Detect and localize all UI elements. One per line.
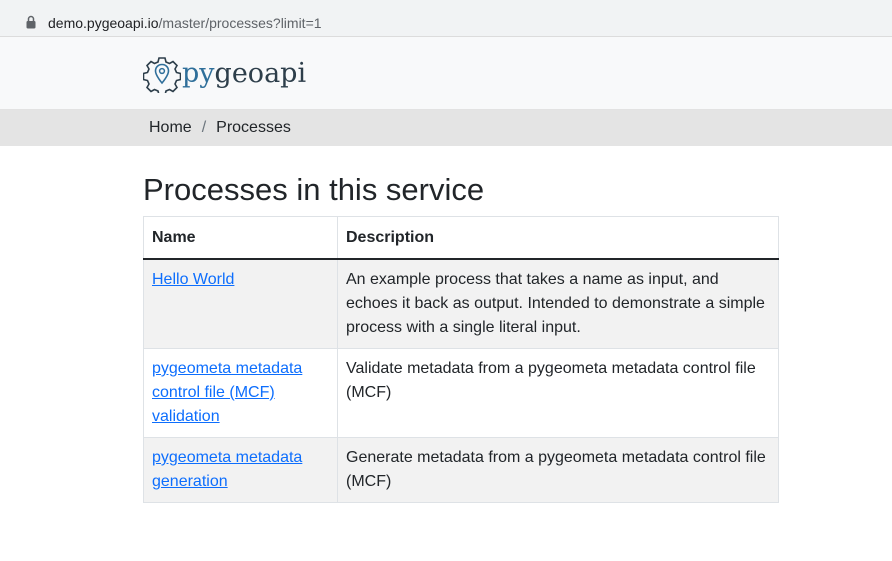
site-header: pygeoapi [0,37,892,110]
pygeoapi-logo[interactable]: pygeoapi [143,54,306,94]
logo-prefix: py [182,58,215,89]
process-name-cell: Hello World [143,258,338,349]
url-path: /master/processes?limit=1 [158,15,322,31]
table-row: Hello World An example process that take… [143,258,779,349]
process-description-cell: An example process that takes a name as … [337,258,779,349]
process-name-cell: pygeometa metadata control file (MCF) va… [143,348,338,438]
address-bar[interactable]: demo.pygeoapi.io/master/processes?limit=… [0,0,892,37]
url-host: demo.pygeoapi.io [48,15,159,31]
process-link-mcf-validation[interactable]: pygeometa metadata control file (MCF) va… [152,360,302,425]
table-header-row: Name Description [143,216,779,260]
url-text: demo.pygeoapi.io/master/processes?limit=… [48,15,322,31]
column-header-description: Description [337,216,779,260]
url-field[interactable]: demo.pygeoapi.io/master/processes?limit=… [6,5,886,31]
breadcrumb-current[interactable]: Processes [216,119,291,136]
table-row: pygeometa metadata generation Generate m… [143,437,779,503]
breadcrumb-bar: Home / Processes [0,110,892,146]
breadcrumb-home[interactable]: Home [149,119,192,136]
column-header-name: Name [143,216,338,260]
gear-pin-icon [143,55,181,93]
process-description-cell: Validate metadata from a pygeometa metad… [337,348,779,438]
lock-icon [26,15,36,29]
breadcrumb-separator: / [201,119,207,136]
logo-wordmark: pygeoapi [182,54,306,94]
page-title: Processes in this service [143,172,485,207]
table-row: pygeometa metadata control file (MCF) va… [143,348,779,438]
process-name-cell: pygeometa metadata generation [143,437,338,503]
process-link-metadata-generation[interactable]: pygeometa metadata generation [152,449,302,490]
process-link-hello-world[interactable]: Hello World [152,271,234,288]
breadcrumb: Home / Processes [149,119,291,137]
process-description-cell: Generate metadata from a pygeometa metad… [337,437,779,503]
logo-suffix: geoapi [214,58,307,89]
processes-table: Name Description Hello World An example … [143,216,779,503]
